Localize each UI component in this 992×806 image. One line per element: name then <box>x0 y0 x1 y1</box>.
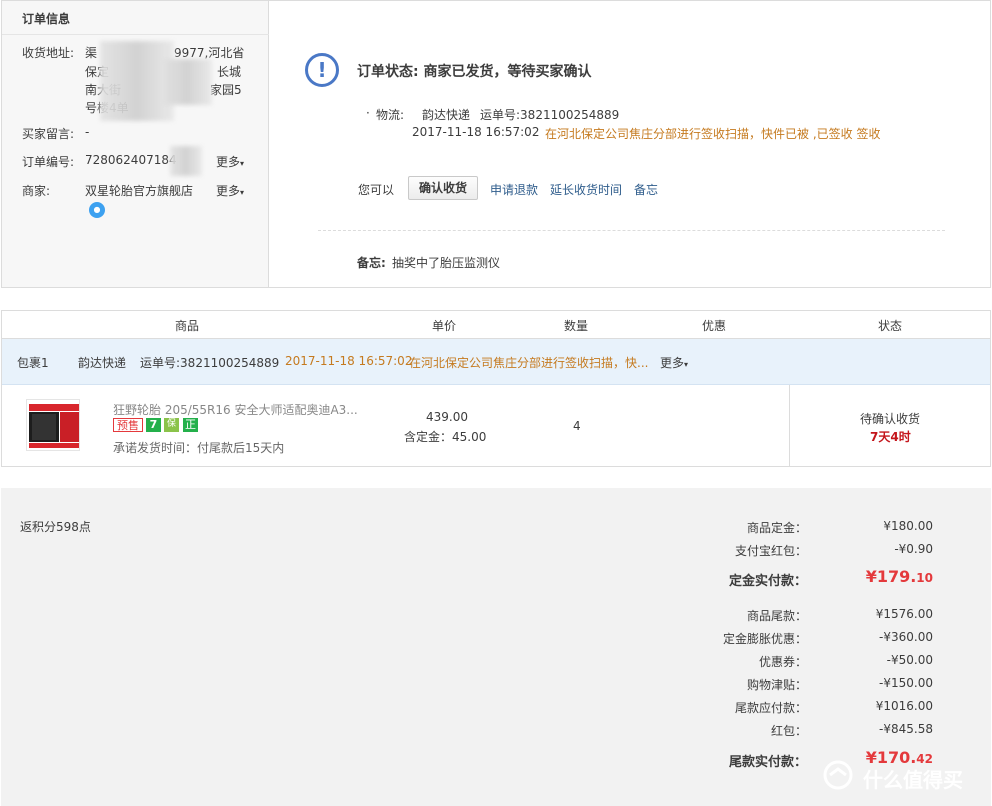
order-info-title: 订单信息 <box>2 1 269 35</box>
status-cell-divider <box>789 385 790 467</box>
balance-due-label: 尾款应付款： <box>734 701 807 715</box>
balance-value: ¥1576.00 <box>875 607 933 621</box>
package-row: 包裹1 韵达快递 运单号:3821100254889 2017-11-18 16… <box>2 339 990 385</box>
message-value: - <box>85 125 90 139</box>
confirm-receipt-button[interactable]: 确认收货 <box>408 176 478 200</box>
address-line-2b: 长城 <box>217 65 242 79</box>
redpacket-value: -¥845.58 <box>879 722 933 736</box>
order-items-table: 商品 单价 数量 优惠 状态 包裹1 韵达快递 运单号:382110025488… <box>1 310 991 467</box>
package-more[interactable]: 更多▾ <box>660 354 688 371</box>
header-discount: 优惠 <box>702 319 727 333</box>
deposit-value: ¥180.00 <box>883 519 933 533</box>
product-name-link[interactable]: 狂野轮胎 205/55R16 安全大师适配奥迪A3... <box>113 401 363 418</box>
package-carrier: 韵达快递 <box>78 356 127 370</box>
chevron-down-icon: ▾ <box>240 159 245 168</box>
alert-icon: ! <box>305 53 339 87</box>
address-line-1a: 渠 <box>85 46 98 60</box>
deposit-expansion-label: 定金膨胀优惠： <box>722 632 807 646</box>
divider <box>318 230 945 231</box>
payment-summary: 返积分598点 商品定金： ¥180.00 支付宝红包： -¥0.90 定金实付… <box>1 488 991 806</box>
order-status-title: 订单状态: 商家已发货，等待买家确认 <box>357 64 592 80</box>
deposit-paid-value: ¥179.10 <box>866 567 933 586</box>
logistics-tracking: 运单号:3821100254889 <box>480 108 620 122</box>
deposit-expansion-value: -¥360.00 <box>879 630 933 644</box>
seller-more[interactable]: 更多▾ <box>216 182 244 199</box>
actions-label: 您可以 <box>358 183 395 197</box>
header-status: 状态 <box>878 319 903 333</box>
more-label: 更多 <box>216 184 241 198</box>
order-no-more[interactable]: 更多▾ <box>216 153 244 170</box>
watermark-text: 什么值得买 <box>863 768 963 792</box>
table-header: 商品 单价 数量 优惠 状态 <box>2 311 990 339</box>
wangwang-chat-icon[interactable]: ● <box>89 202 105 218</box>
more-label: 更多 <box>216 155 241 169</box>
alipay-redpacket-label: 支付宝红包： <box>734 544 807 558</box>
package-tracking: 运单号:3821100254889 <box>140 356 280 370</box>
shopping-allowance-label: 购物津贴： <box>746 678 807 692</box>
logistics-label: 物流: <box>376 108 405 122</box>
genuine-icon: 正 <box>183 418 198 432</box>
shopping-allowance-value: -¥150.00 <box>879 676 933 690</box>
header-product: 商品 <box>175 319 200 333</box>
seller-link[interactable]: 双星轮胎官方旗舰店 <box>85 182 193 199</box>
coupon-label: 优惠券： <box>758 655 807 669</box>
points-reward: 返积分598点 <box>20 520 91 534</box>
address-label: 收货地址: <box>22 46 75 60</box>
promised-ship-time: 承诺发货时间：付尾款后15天内 <box>113 441 285 455</box>
seller-label: 商家: <box>22 184 51 198</box>
guarantee-icon: 保 <box>164 418 179 432</box>
order-no-value: 728062407184 <box>85 153 177 167</box>
logistics-time: 2017-11-18 16:57:02 <box>412 125 540 139</box>
alipay-redpacket-value: -¥0.90 <box>894 542 933 556</box>
seven-day-return-icon: 7 <box>146 418 161 432</box>
memo-link[interactable]: 备忘 <box>634 181 658 198</box>
memo-label: 备忘: <box>357 256 386 270</box>
header-quantity: 数量 <box>564 319 589 333</box>
memo-value: 抽奖中了胎压监测仪 <box>392 256 501 270</box>
deposit-paid-int: ¥179. <box>865 567 917 586</box>
chevron-down-icon: ▾ <box>240 188 245 197</box>
unit-price: 439.00 <box>426 410 468 424</box>
balance-paid-label: 尾款实付款： <box>728 755 807 770</box>
privacy-blur <box>162 59 212 105</box>
balance-label: 商品尾款： <box>746 609 807 623</box>
coupon-value: -¥50.00 <box>886 653 933 667</box>
balance-due-value: ¥1016.00 <box>875 699 933 713</box>
item-status: 待确认收货 <box>860 412 921 426</box>
redpacket-label: 红包： <box>770 724 807 738</box>
deposit-label: 商品定金： <box>746 521 807 535</box>
address-line-3b: 家园5 <box>210 83 242 97</box>
watermark-logo-icon <box>821 760 855 790</box>
deposit-paid-dec: 10 <box>916 571 933 585</box>
order-top-section: 订单信息 收货地址: 渠 9977,河北省 保定 长城 南大街 家园5 号楼4单… <box>1 0 991 288</box>
order-no-label: 订单编号: <box>22 155 75 169</box>
logistics-carrier: 韵达快递 <box>422 108 471 122</box>
chevron-down-icon: ▾ <box>684 360 689 369</box>
logistics-message: 在河北保定公司焦庄分部进行签收扫描，快件已被 ,已签收 签收 <box>545 127 881 141</box>
deposit-included: 含定金：45.00 <box>404 430 487 444</box>
package-message: 在河北保定公司焦庄分部进行签收扫描，快... <box>409 356 649 370</box>
message-label: 买家留言: <box>22 127 75 141</box>
extend-receipt-link[interactable]: 延长收货时间 <box>550 181 622 198</box>
product-thumbnail[interactable] <box>26 399 80 451</box>
more-label: 更多 <box>660 356 685 370</box>
refund-link[interactable]: 申请退款 <box>490 181 538 198</box>
logistics-bullet: · <box>366 106 370 120</box>
privacy-blur <box>170 146 202 176</box>
deposit-paid-label: 定金实付款： <box>728 574 807 589</box>
package-label: 包裹1 <box>17 356 49 370</box>
header-price: 单价 <box>432 319 457 333</box>
product-row: 狂野轮胎 205/55R16 安全大师适配奥迪A3... 预售 7 保 正 承诺… <box>2 385 990 467</box>
presale-badge: 预售 <box>113 418 143 432</box>
package-time: 2017-11-18 16:57:02 <box>285 354 413 368</box>
confirm-countdown: 7天4时 <box>870 430 911 444</box>
quantity-value: 4 <box>573 419 581 433</box>
order-info-panel: 订单信息 收货地址: 渠 9977,河北省 保定 长城 南大街 家园5 号楼4单… <box>2 1 269 287</box>
